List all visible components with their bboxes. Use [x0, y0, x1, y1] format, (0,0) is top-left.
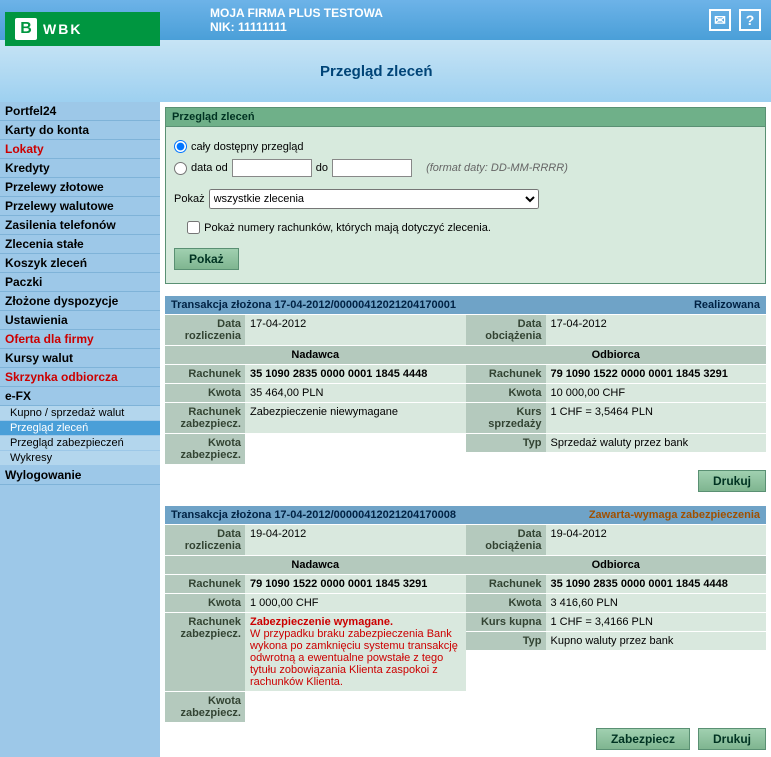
sidebar-item[interactable]: e-FX — [0, 387, 160, 406]
security-warning: Zabezpieczenie wymagane.W przypadku brak… — [245, 613, 466, 691]
radio-range-label: data od — [191, 162, 228, 174]
action-button-drukuj[interactable]: Drukuj — [698, 728, 766, 750]
radio-all-label: cały dostępny przegląd — [191, 141, 304, 153]
page-title: Przegląd zleceń — [320, 63, 433, 80]
date-format-hint: (format daty: DD-MM-RRRR) — [426, 162, 568, 174]
show-label: Pokaż — [174, 193, 205, 205]
show-accounts-checkbox[interactable] — [187, 221, 200, 234]
radio-range[interactable] — [174, 162, 187, 175]
sidebar-item[interactable]: Zasilenia telefonów — [0, 216, 160, 235]
radio-all[interactable] — [174, 140, 187, 153]
sidebar-item[interactable]: Oferta dla firmy — [0, 330, 160, 349]
nik-value: 11111111 — [238, 20, 287, 34]
action-button-drukuj[interactable]: Drukuj — [698, 470, 766, 492]
filter-select[interactable]: wszystkie zlecenia — [209, 189, 539, 209]
sidebar: Portfel24Karty do kontaLokatyKredytyPrze… — [0, 102, 160, 757]
sidebar-sub-item[interactable]: Przegląd zabezpieczeń — [0, 436, 160, 451]
show-button[interactable]: Pokaż — [174, 248, 239, 270]
sidebar-item[interactable]: Zlecenia stałe — [0, 235, 160, 254]
sidebar-sub-item[interactable]: Wykresy — [0, 451, 160, 466]
sidebar-item[interactable]: Skrzynka odbiorcza — [0, 368, 160, 387]
section-header: Nadawca — [165, 345, 466, 364]
value: 17-04-2012 — [245, 315, 466, 345]
label: Data rozliczenia — [165, 315, 245, 345]
sidebar-item[interactable]: Ustawienia — [0, 311, 160, 330]
mail-icon[interactable]: ✉ — [709, 9, 731, 31]
filter-panel: cały dostępny przegląd data od do (forma… — [165, 127, 766, 284]
tx-status: Realizowana — [516, 296, 766, 314]
nik-label: NIK: — [210, 20, 235, 34]
sidebar-item[interactable]: Portfel24 — [0, 102, 160, 121]
bank-logo: BWBK — [5, 12, 160, 97]
sidebar-item[interactable]: Paczki — [0, 273, 160, 292]
sidebar-item[interactable]: Karty do konta — [0, 121, 160, 140]
tx-status: Zawarta-wymaga zabezpieczenia — [516, 506, 766, 524]
label: Data rozliczenia — [165, 525, 245, 555]
sidebar-item[interactable]: Złożone dyspozycje — [0, 292, 160, 311]
value: 19-04-2012 — [245, 525, 466, 555]
checkbox-label: Pokaż numery rachunków, których mają dot… — [204, 222, 491, 234]
sidebar-item[interactable]: Koszyk zleceń — [0, 254, 160, 273]
sidebar-item[interactable]: Kursy walut — [0, 349, 160, 368]
date-from-input[interactable] — [232, 159, 312, 177]
sidebar-item[interactable]: Przelewy złotowe — [0, 178, 160, 197]
panel-title: Przegląd zleceń — [165, 107, 766, 127]
section-header: Nadawca — [165, 555, 466, 574]
company-name: MOJA FIRMA PLUS TESTOWA — [210, 6, 709, 20]
help-icon[interactable]: ? — [739, 9, 761, 31]
tx-title: Transakcja złożona 17-04-2012/0000041202… — [165, 296, 516, 314]
tx-title: Transakcja złożona 17-04-2012/0000041202… — [165, 506, 516, 524]
sidebar-item[interactable]: Lokaty — [0, 140, 160, 159]
section-header: Odbiorca — [466, 555, 767, 574]
logout-item[interactable]: Wylogowanie — [0, 466, 160, 485]
sidebar-item[interactable]: Kredyty — [0, 159, 160, 178]
sidebar-sub-item[interactable]: Kupno / sprzedaż walut — [0, 406, 160, 421]
section-header: Odbiorca — [466, 345, 767, 364]
action-button-zabezpiecz[interactable]: Zabezpiecz — [596, 728, 690, 750]
sidebar-item[interactable]: Przelewy walutowe — [0, 197, 160, 216]
sidebar-sub-item[interactable]: Przegląd zleceń — [0, 421, 160, 436]
date-to-input[interactable] — [332, 159, 412, 177]
